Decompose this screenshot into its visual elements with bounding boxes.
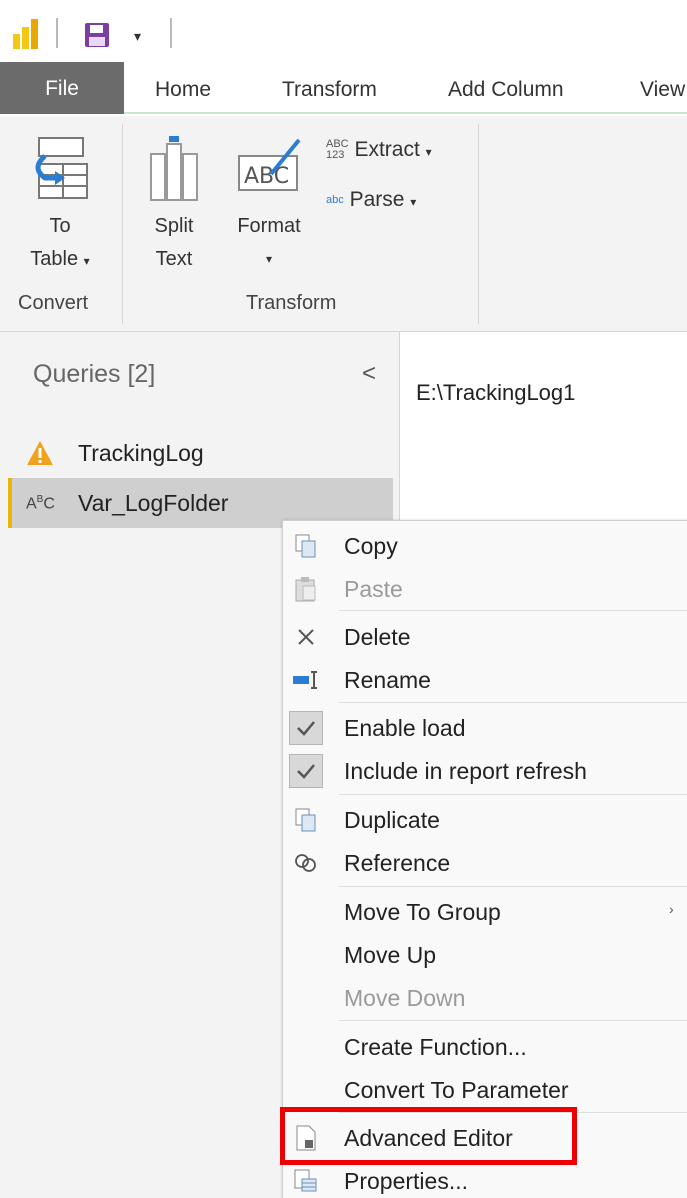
reference-icon [289, 846, 323, 880]
to-table-label-line2: Table ▾ [30, 248, 90, 270]
menu-item-include-in-report-refresh[interactable]: Include in report refresh [283, 750, 687, 793]
parse-icon: abc [326, 194, 344, 207]
paste-icon [289, 572, 323, 606]
split-label-line2: Text [155, 248, 193, 270]
parameter-value: E:\TrackingLog1 [416, 380, 576, 405]
menu-item-copy[interactable]: Copy [283, 525, 687, 568]
collapse-pane-icon[interactable]: < [362, 360, 376, 388]
text-type-icon: ABC [26, 494, 55, 513]
extract-button[interactable]: ABC 123 Extract ▾ [326, 138, 432, 162]
menu-item-move-up[interactable]: Move Up [283, 934, 687, 977]
menu-item-paste[interactable]: Paste [283, 568, 687, 611]
extract-dropdown-icon: ▾ [425, 145, 432, 159]
to-table-label-line1: To [49, 215, 71, 237]
format-dropdown-icon: ▾ [265, 252, 273, 266]
menu-item-delete[interactable]: Delete [283, 616, 687, 659]
toolbar-divider [56, 18, 58, 48]
context-menu: Copy Paste Delete Rename Enable load Inc… [282, 520, 687, 1198]
queries-title: Queries [2] [33, 360, 156, 388]
menu-separator [339, 702, 687, 703]
format-button[interactable]: ABC Format ▾ [226, 134, 312, 276]
power-bi-icon[interactable] [12, 18, 40, 50]
ribbon: To Table ▾ Convert Split Text ABC Format… [0, 116, 687, 332]
menu-item-create-function[interactable]: Create Function... [283, 1026, 687, 1069]
format-text-icon: ABC [238, 138, 301, 191]
delete-icon [289, 620, 323, 654]
warning-icon [27, 441, 53, 465]
menu-item-move-to-group[interactable]: Move To Group › [283, 891, 687, 934]
menu-item-move-down[interactable]: Move Down [283, 977, 687, 1020]
menu-item-rename[interactable]: Rename [283, 659, 687, 702]
group-label-convert: Convert [18, 292, 89, 314]
menu-item-enable-load[interactable]: Enable load [283, 707, 687, 750]
quick-access-toolbar: ▾ [0, 0, 687, 62]
copy-icon [289, 529, 323, 563]
menu-separator [339, 886, 687, 887]
toolbar-divider [170, 18, 172, 48]
extract-icon: ABC 123 [326, 138, 349, 162]
split-text-button[interactable]: Split Text [132, 134, 216, 276]
query-label: Var_LogFolder [78, 490, 229, 516]
group-divider [478, 124, 479, 324]
submenu-arrow-icon: › [669, 901, 674, 917]
check-icon [289, 711, 323, 745]
query-label: TrackingLog [78, 440, 204, 466]
save-icon[interactable] [84, 22, 110, 48]
ribbon-tabs: File Home Transform Add Column View [0, 62, 687, 114]
menu-separator [339, 1020, 687, 1021]
menu-separator [339, 794, 687, 795]
split-column-icon [150, 136, 198, 201]
customize-dropdown-icon[interactable]: ▾ [134, 28, 141, 45]
check-icon [289, 754, 323, 788]
menu-item-convert-to-parameter[interactable]: Convert To Parameter [283, 1069, 687, 1112]
tab-file[interactable]: File [0, 62, 124, 114]
svg-text:ABC: ABC [244, 164, 289, 189]
tab-transform[interactable]: Transform [282, 62, 377, 114]
tab-home[interactable]: Home [155, 62, 211, 114]
menu-separator [339, 610, 687, 611]
query-item-trackinglog[interactable]: TrackingLog [8, 428, 393, 478]
split-label-line1: Split [154, 215, 194, 237]
to-table-icon [35, 137, 88, 199]
rename-icon [289, 663, 323, 697]
properties-icon [289, 1164, 323, 1198]
to-table-button[interactable]: To Table ▾ [10, 134, 110, 278]
tab-add-column[interactable]: Add Column [448, 62, 564, 114]
menu-item-duplicate[interactable]: Duplicate [283, 799, 687, 842]
group-divider [122, 124, 123, 324]
tab-view[interactable]: View [640, 62, 685, 114]
parse-button[interactable]: abc Parse ▾ [326, 188, 416, 212]
duplicate-icon [289, 803, 323, 837]
advanced-editor-highlight-box [280, 1107, 577, 1165]
menu-item-properties[interactable]: Properties... [283, 1160, 687, 1198]
format-label: Format [237, 215, 301, 237]
menu-item-reference[interactable]: Reference [283, 842, 687, 885]
group-label-transform: Transform [246, 292, 337, 314]
parse-dropdown-icon: ▾ [410, 195, 417, 209]
